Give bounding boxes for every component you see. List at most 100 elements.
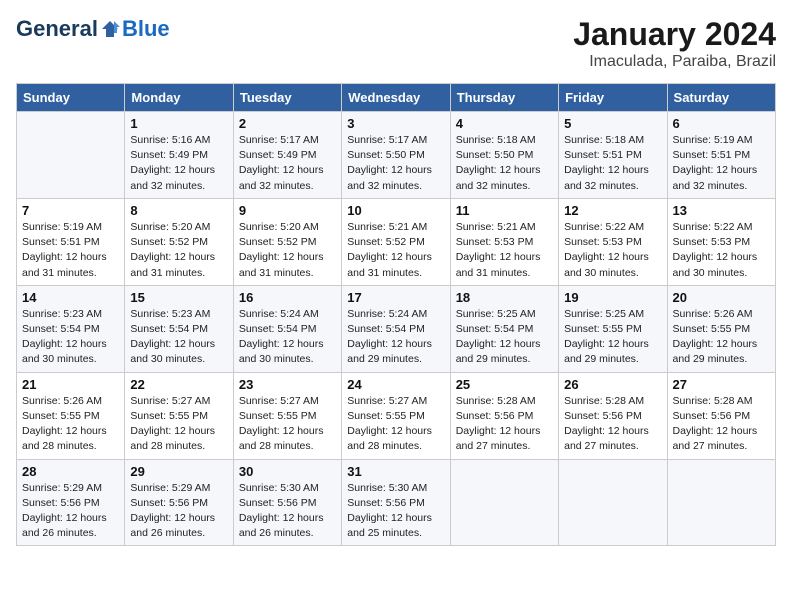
- day-number: 8: [130, 203, 227, 218]
- day-number: 29: [130, 464, 227, 479]
- day-number: 30: [239, 464, 336, 479]
- day-info: Sunrise: 5:27 AMSunset: 5:55 PMDaylight:…: [347, 394, 444, 455]
- calendar-header-row: SundayMondayTuesdayWednesdayThursdayFrid…: [17, 84, 776, 112]
- calendar-cell: 23 Sunrise: 5:27 AMSunset: 5:55 PMDayligh…: [233, 372, 341, 459]
- calendar-cell: [450, 459, 558, 546]
- day-number: 13: [673, 203, 770, 218]
- calendar-cell: 2 Sunrise: 5:17 AMSunset: 5:49 PMDaylight…: [233, 112, 341, 199]
- calendar-cell: 4 Sunrise: 5:18 AMSunset: 5:50 PMDaylight…: [450, 112, 558, 199]
- calendar-cell: 28 Sunrise: 5:29 AMSunset: 5:56 PMDayligh…: [17, 459, 125, 546]
- calendar-cell: 3 Sunrise: 5:17 AMSunset: 5:50 PMDaylight…: [342, 112, 450, 199]
- day-info: Sunrise: 5:30 AMSunset: 5:56 PMDaylight:…: [347, 481, 444, 542]
- day-number: 10: [347, 203, 444, 218]
- day-number: 16: [239, 290, 336, 305]
- day-number: 21: [22, 377, 119, 392]
- col-header-friday: Friday: [559, 84, 667, 112]
- col-header-thursday: Thursday: [450, 84, 558, 112]
- logo-blue-text: Blue: [122, 16, 170, 42]
- day-info: Sunrise: 5:21 AMSunset: 5:52 PMDaylight:…: [347, 220, 444, 281]
- calendar-cell: 19 Sunrise: 5:25 AMSunset: 5:55 PMDayligh…: [559, 285, 667, 372]
- logo: General Blue: [16, 16, 170, 42]
- day-number: 3: [347, 116, 444, 131]
- calendar-week-row: 21 Sunrise: 5:26 AMSunset: 5:55 PMDayligh…: [17, 372, 776, 459]
- calendar-cell: 12 Sunrise: 5:22 AMSunset: 5:53 PMDayligh…: [559, 198, 667, 285]
- day-info: Sunrise: 5:19 AMSunset: 5:51 PMDaylight:…: [22, 220, 119, 281]
- calendar-cell: 30 Sunrise: 5:30 AMSunset: 5:56 PMDayligh…: [233, 459, 341, 546]
- calendar-cell: 5 Sunrise: 5:18 AMSunset: 5:51 PMDaylight…: [559, 112, 667, 199]
- day-number: 28: [22, 464, 119, 479]
- calendar-cell: 31Sunrise: 5:30 AMSunset: 5:56 PMDayligh…: [342, 459, 450, 546]
- calendar-cell: 11 Sunrise: 5:21 AMSunset: 5:53 PMDayligh…: [450, 198, 558, 285]
- day-number: 22: [130, 377, 227, 392]
- calendar-cell: 8Sunrise: 5:20 AMSunset: 5:52 PMDaylight…: [125, 198, 233, 285]
- day-info: Sunrise: 5:29 AMSunset: 5:56 PMDaylight:…: [22, 481, 119, 542]
- calendar-cell: [667, 459, 775, 546]
- calendar-cell: 27 Sunrise: 5:28 AMSunset: 5:56 PMDayligh…: [667, 372, 775, 459]
- day-info: Sunrise: 5:18 AMSunset: 5:50 PMDaylight:…: [456, 133, 553, 194]
- day-info: Sunrise: 5:23 AMSunset: 5:54 PMDaylight:…: [130, 307, 227, 368]
- day-info: Sunrise: 5:17 AMSunset: 5:50 PMDaylight:…: [347, 133, 444, 194]
- day-number: 4: [456, 116, 553, 131]
- day-info: Sunrise: 5:30 AMSunset: 5:56 PMDaylight:…: [239, 481, 336, 542]
- day-number: 18: [456, 290, 553, 305]
- day-info: Sunrise: 5:23 AMSunset: 5:54 PMDaylight:…: [22, 307, 119, 368]
- day-info: Sunrise: 5:25 AMSunset: 5:55 PMDaylight:…: [564, 307, 661, 368]
- day-number: 17: [347, 290, 444, 305]
- day-info: Sunrise: 5:28 AMSunset: 5:56 PMDaylight:…: [456, 394, 553, 455]
- day-info: Sunrise: 5:29 AMSunset: 5:56 PMDaylight:…: [130, 481, 227, 542]
- calendar-week-row: 1Sunrise: 5:16 AMSunset: 5:49 PMDaylight…: [17, 112, 776, 199]
- calendar-cell: 21 Sunrise: 5:26 AMSunset: 5:55 PMDayligh…: [17, 372, 125, 459]
- col-header-sunday: Sunday: [17, 84, 125, 112]
- day-info: Sunrise: 5:26 AMSunset: 5:55 PMDaylight:…: [22, 394, 119, 455]
- calendar-cell: 29 Sunrise: 5:29 AMSunset: 5:56 PMDayligh…: [125, 459, 233, 546]
- day-number: 27: [673, 377, 770, 392]
- day-info: Sunrise: 5:20 AMSunset: 5:52 PMDaylight:…: [239, 220, 336, 281]
- page-header: General Blue January 2024 Imaculada, Par…: [16, 16, 776, 71]
- day-number: 19: [564, 290, 661, 305]
- month-title: January 2024: [573, 16, 776, 53]
- day-number: 7: [22, 203, 119, 218]
- day-info: Sunrise: 5:22 AMSunset: 5:53 PMDaylight:…: [673, 220, 770, 281]
- day-number: 15: [130, 290, 227, 305]
- day-info: Sunrise: 5:21 AMSunset: 5:53 PMDaylight:…: [456, 220, 553, 281]
- calendar-week-row: 7 Sunrise: 5:19 AMSunset: 5:51 PMDaylight…: [17, 198, 776, 285]
- day-number: 2: [239, 116, 336, 131]
- calendar-cell: [559, 459, 667, 546]
- day-info: Sunrise: 5:17 AMSunset: 5:49 PMDaylight:…: [239, 133, 336, 194]
- calendar-cell: 20Sunrise: 5:26 AMSunset: 5:55 PMDayligh…: [667, 285, 775, 372]
- day-info: Sunrise: 5:27 AMSunset: 5:55 PMDaylight:…: [239, 394, 336, 455]
- logo-general-text: General: [16, 16, 98, 41]
- calendar-cell: 25 Sunrise: 5:28 AMSunset: 5:56 PMDayligh…: [450, 372, 558, 459]
- calendar-cell: [17, 112, 125, 199]
- day-number: 23: [239, 377, 336, 392]
- col-header-saturday: Saturday: [667, 84, 775, 112]
- calendar-cell: 9 Sunrise: 5:20 AMSunset: 5:52 PMDaylight…: [233, 198, 341, 285]
- col-header-monday: Monday: [125, 84, 233, 112]
- col-header-wednesday: Wednesday: [342, 84, 450, 112]
- day-number: 1: [130, 116, 227, 131]
- day-number: 5: [564, 116, 661, 131]
- calendar-table: SundayMondayTuesdayWednesdayThursdayFrid…: [16, 83, 776, 546]
- day-number: 12: [564, 203, 661, 218]
- day-info: Sunrise: 5:28 AMSunset: 5:56 PMDaylight:…: [564, 394, 661, 455]
- day-number: 24: [347, 377, 444, 392]
- calendar-cell: 16Sunrise: 5:24 AMSunset: 5:54 PMDayligh…: [233, 285, 341, 372]
- calendar-cell: 13 Sunrise: 5:22 AMSunset: 5:53 PMDayligh…: [667, 198, 775, 285]
- col-header-tuesday: Tuesday: [233, 84, 341, 112]
- day-number: 9: [239, 203, 336, 218]
- day-number: 6: [673, 116, 770, 131]
- calendar-week-row: 14Sunrise: 5:23 AMSunset: 5:54 PMDayligh…: [17, 285, 776, 372]
- calendar-cell: 14Sunrise: 5:23 AMSunset: 5:54 PMDayligh…: [17, 285, 125, 372]
- day-info: Sunrise: 5:22 AMSunset: 5:53 PMDaylight:…: [564, 220, 661, 281]
- calendar-cell: 15 Sunrise: 5:23 AMSunset: 5:54 PMDayligh…: [125, 285, 233, 372]
- day-number: 11: [456, 203, 553, 218]
- day-info: Sunrise: 5:27 AMSunset: 5:55 PMDaylight:…: [130, 394, 227, 455]
- calendar-cell: 10 Sunrise: 5:21 AMSunset: 5:52 PMDayligh…: [342, 198, 450, 285]
- day-number: 25: [456, 377, 553, 392]
- day-info: Sunrise: 5:19 AMSunset: 5:51 PMDaylight:…: [673, 133, 770, 194]
- day-info: Sunrise: 5:18 AMSunset: 5:51 PMDaylight:…: [564, 133, 661, 194]
- calendar-cell: 26Sunrise: 5:28 AMSunset: 5:56 PMDayligh…: [559, 372, 667, 459]
- calendar-week-row: 28 Sunrise: 5:29 AMSunset: 5:56 PMDayligh…: [17, 459, 776, 546]
- calendar-cell: 7 Sunrise: 5:19 AMSunset: 5:51 PMDaylight…: [17, 198, 125, 285]
- day-info: Sunrise: 5:28 AMSunset: 5:56 PMDaylight:…: [673, 394, 770, 455]
